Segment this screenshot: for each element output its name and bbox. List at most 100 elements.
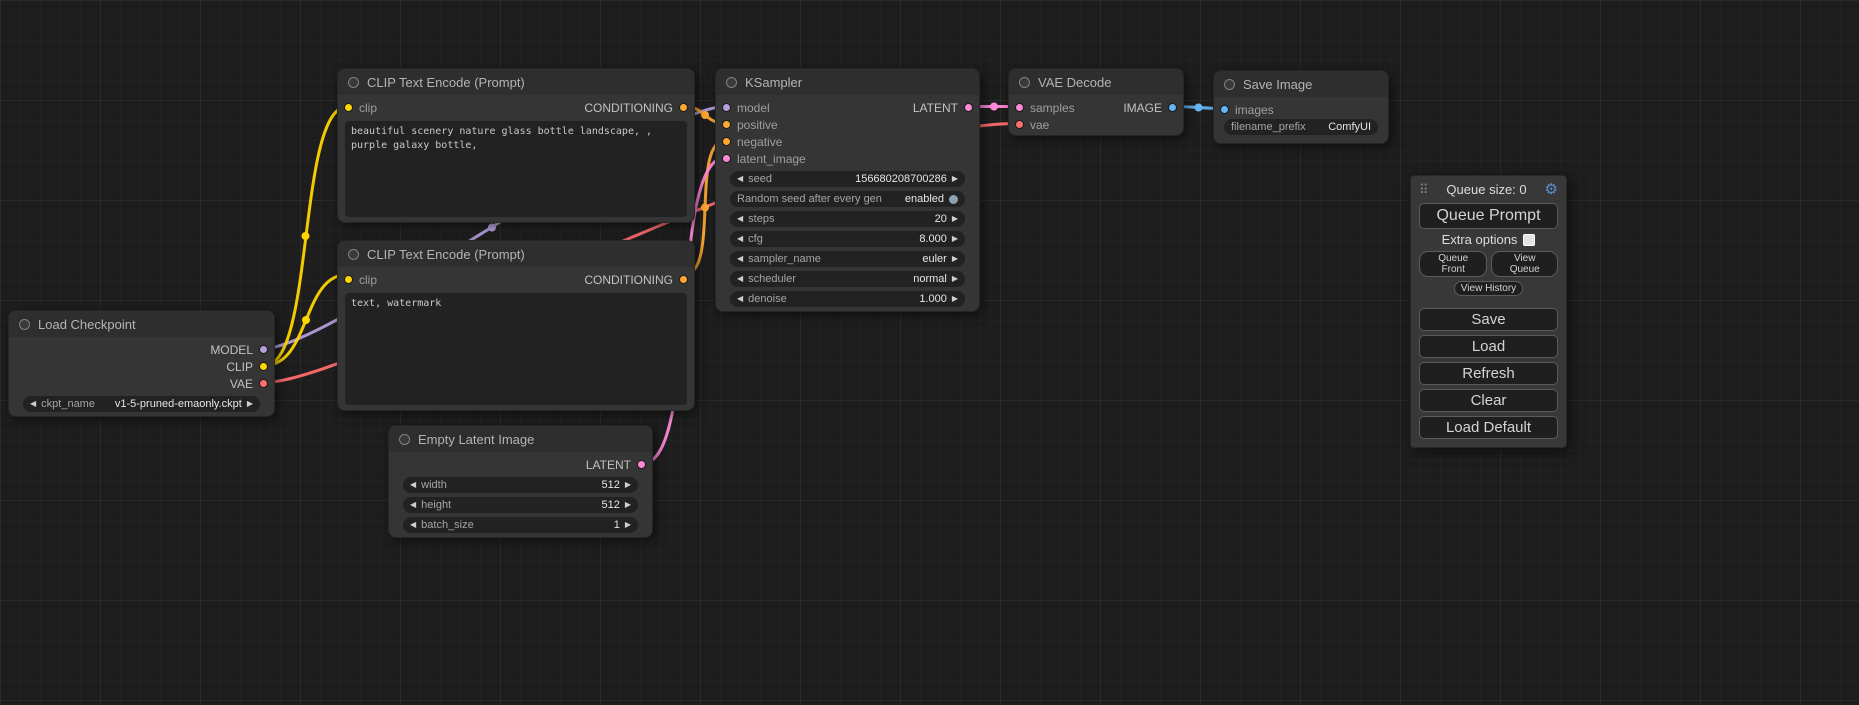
widget-width[interactable]: ◀ width 512 ▶ xyxy=(403,477,638,493)
widget-value: ComfyUI xyxy=(1311,121,1371,133)
node-title-bar[interactable]: CLIP Text Encode (Prompt) xyxy=(338,241,694,267)
vae-input-port[interactable] xyxy=(1015,120,1024,129)
widget-scheduler[interactable]: ◀ scheduler normal ▶ xyxy=(730,271,965,287)
increment-arrow-icon[interactable]: ▶ xyxy=(952,235,958,243)
node-title-bar[interactable]: Save Image xyxy=(1214,71,1388,97)
decrement-arrow-icon[interactable]: ◀ xyxy=(30,400,36,408)
view-queue-button[interactable]: View Queue xyxy=(1491,251,1558,277)
widget-height[interactable]: ◀ height 512 ▶ xyxy=(403,497,638,513)
widget-steps[interactable]: ◀ steps 20 ▶ xyxy=(730,211,965,227)
widget-batch-size[interactable]: ◀ batch_size 1 ▶ xyxy=(403,517,638,533)
widget-ckpt-name[interactable]: ◀ ckpt_name v1-5-pruned-emaonly.ckpt ▶ xyxy=(23,396,260,412)
output-slot-vae: VAE xyxy=(9,375,274,392)
negative-input-port[interactable] xyxy=(722,137,731,146)
negative-prompt-text[interactable]: text, watermark xyxy=(345,293,687,405)
widget-denoise[interactable]: ◀ denoise 1.000 ▶ xyxy=(730,291,965,307)
collapse-toggle-icon[interactable] xyxy=(1224,79,1235,90)
extra-options-checkbox[interactable] xyxy=(1523,234,1535,246)
settings-gear-icon[interactable]: ⚙ xyxy=(1545,182,1558,197)
increment-arrow-icon[interactable]: ▶ xyxy=(247,400,253,408)
images-input-port[interactable] xyxy=(1220,105,1229,114)
model-input-port[interactable] xyxy=(722,103,731,112)
node-graph-canvas[interactable]: Load Checkpoint MODEL CLIP VAE ◀ ckpt_na… xyxy=(0,0,1859,705)
collapse-toggle-icon[interactable] xyxy=(348,77,359,88)
output-label: MODEL xyxy=(210,343,253,357)
conditioning-output-port[interactable] xyxy=(679,275,688,284)
collapse-toggle-icon[interactable] xyxy=(348,249,359,260)
clear-button[interactable]: Clear xyxy=(1419,389,1558,412)
input-label: latent_image xyxy=(737,152,806,166)
clip-output-port[interactable] xyxy=(259,362,268,371)
output-label: VAE xyxy=(230,377,253,391)
increment-arrow-icon[interactable]: ▶ xyxy=(625,521,631,529)
decrement-arrow-icon[interactable]: ◀ xyxy=(737,275,743,283)
increment-arrow-icon[interactable]: ▶ xyxy=(952,255,958,263)
increment-arrow-icon[interactable]: ▶ xyxy=(952,215,958,223)
node-clip-text-encode-negative[interactable]: CLIP Text Encode (Prompt) clip CONDITION… xyxy=(337,240,695,411)
queue-front-button[interactable]: Queue Front xyxy=(1419,251,1487,277)
collapse-toggle-icon[interactable] xyxy=(19,319,30,330)
drag-handle-icon[interactable]: ⠿ xyxy=(1419,183,1429,196)
node-title-bar[interactable]: Load Checkpoint xyxy=(9,311,274,337)
widget-random-seed-toggle[interactable]: Random seed after every gen enabled xyxy=(730,191,965,207)
widget-label: denoise xyxy=(748,293,787,305)
image-output-port[interactable] xyxy=(1168,103,1177,112)
decrement-arrow-icon[interactable]: ◀ xyxy=(737,215,743,223)
widget-sampler-name[interactable]: ◀ sampler_name euler ▶ xyxy=(730,251,965,267)
widget-cfg[interactable]: ◀ cfg 8.000 ▶ xyxy=(730,231,965,247)
latent-image-input-port[interactable] xyxy=(722,154,731,163)
node-ksampler[interactable]: KSampler model LATENT positive negative xyxy=(715,68,980,312)
decrement-arrow-icon[interactable]: ◀ xyxy=(737,235,743,243)
refresh-button[interactable]: Refresh xyxy=(1419,362,1558,385)
clip-input-port[interactable] xyxy=(344,103,353,112)
node-title-bar[interactable]: Empty Latent Image xyxy=(389,426,652,452)
decrement-arrow-icon[interactable]: ◀ xyxy=(410,481,416,489)
latent-output-port[interactable] xyxy=(964,103,973,112)
output-slot-clip: CLIP xyxy=(9,358,274,375)
input-slot-clip: clip xyxy=(344,273,377,287)
vae-output-port[interactable] xyxy=(259,379,268,388)
decrement-arrow-icon[interactable]: ◀ xyxy=(410,521,416,529)
node-title-bar[interactable]: VAE Decode xyxy=(1009,69,1183,95)
samples-input-port[interactable] xyxy=(1015,103,1024,112)
toggle-indicator-icon[interactable] xyxy=(949,195,958,204)
positive-prompt-text[interactable]: beautiful scenery nature glass bottle la… xyxy=(345,121,687,217)
clip-input-port[interactable] xyxy=(344,275,353,284)
increment-arrow-icon[interactable]: ▶ xyxy=(952,275,958,283)
positive-input-port[interactable] xyxy=(722,120,731,129)
load-default-button[interactable]: Load Default xyxy=(1419,416,1558,439)
increment-arrow-icon[interactable]: ▶ xyxy=(952,295,958,303)
decrement-arrow-icon[interactable]: ◀ xyxy=(737,175,743,183)
output-label: LATENT xyxy=(913,101,958,115)
node-title-bar[interactable]: CLIP Text Encode (Prompt) xyxy=(338,69,694,95)
collapse-toggle-icon[interactable] xyxy=(399,434,410,445)
widget-filename-prefix[interactable]: filename_prefix ComfyUI xyxy=(1224,119,1378,135)
decrement-arrow-icon[interactable]: ◀ xyxy=(737,295,743,303)
collapse-toggle-icon[interactable] xyxy=(1019,77,1030,88)
decrement-arrow-icon[interactable]: ◀ xyxy=(410,501,416,509)
widget-seed[interactable]: ◀ seed 156680208700286 ▶ xyxy=(730,171,965,187)
view-history-button[interactable]: View History xyxy=(1454,281,1523,296)
save-button[interactable]: Save xyxy=(1419,308,1558,331)
node-load-checkpoint[interactable]: Load Checkpoint MODEL CLIP VAE ◀ ckpt_na… xyxy=(8,310,275,417)
collapse-toggle-icon[interactable] xyxy=(726,77,737,88)
node-save-image[interactable]: Save Image images filename_prefix ComfyU… xyxy=(1213,70,1389,144)
output-slot-latent: LATENT xyxy=(389,456,652,473)
widget-value: 20 xyxy=(779,213,946,225)
conditioning-output-port[interactable] xyxy=(679,103,688,112)
node-vae-decode[interactable]: VAE Decode samples IMAGE vae xyxy=(1008,68,1184,136)
node-clip-text-encode-positive[interactable]: CLIP Text Encode (Prompt) clip CONDITION… xyxy=(337,68,695,223)
node-title: CLIP Text Encode (Prompt) xyxy=(367,75,525,90)
model-output-port[interactable] xyxy=(259,345,268,354)
queue-prompt-button[interactable]: Queue Prompt xyxy=(1419,203,1558,229)
increment-arrow-icon[interactable]: ▶ xyxy=(625,481,631,489)
load-button[interactable]: Load xyxy=(1419,335,1558,358)
node-title-bar[interactable]: KSampler xyxy=(716,69,979,95)
input-label: samples xyxy=(1030,101,1075,115)
node-empty-latent-image[interactable]: Empty Latent Image LATENT ◀ width 512 ▶ … xyxy=(388,425,653,538)
decrement-arrow-icon[interactable]: ◀ xyxy=(737,255,743,263)
increment-arrow-icon[interactable]: ▶ xyxy=(952,175,958,183)
increment-arrow-icon[interactable]: ▶ xyxy=(625,501,631,509)
latent-output-port[interactable] xyxy=(637,460,646,469)
output-label: LATENT xyxy=(586,458,631,472)
